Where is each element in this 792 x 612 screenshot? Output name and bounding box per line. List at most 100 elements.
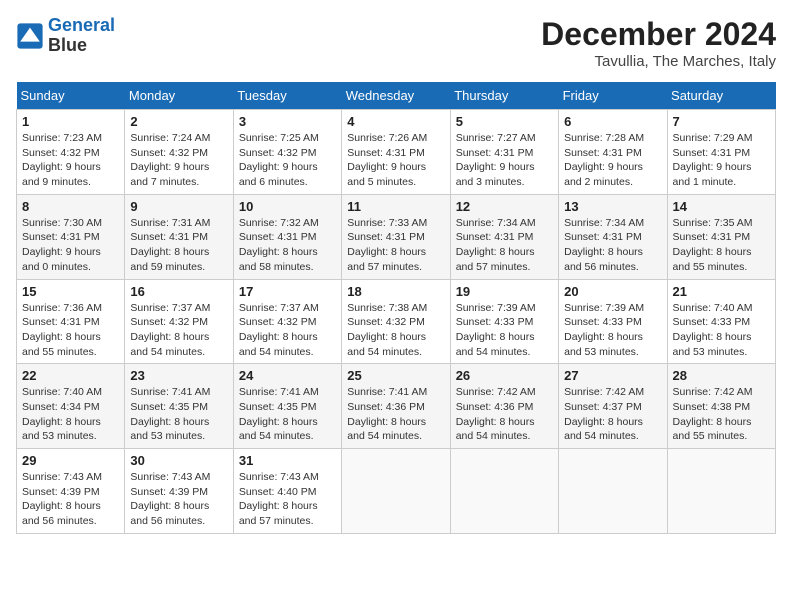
day-info: Sunrise: 7:41 AM Sunset: 4:35 PM Dayligh… [239, 385, 336, 444]
calendar-cell: 29 Sunrise: 7:43 AM Sunset: 4:39 PM Dayli… [17, 449, 125, 534]
day-number: 9 [130, 199, 227, 214]
calendar-cell: 25 Sunrise: 7:41 AM Sunset: 4:36 PM Dayli… [342, 364, 450, 449]
day-info: Sunrise: 7:27 AM Sunset: 4:31 PM Dayligh… [456, 131, 553, 190]
day-number: 2 [130, 114, 227, 129]
day-number: 7 [673, 114, 770, 129]
day-info: Sunrise: 7:39 AM Sunset: 4:33 PM Dayligh… [456, 301, 553, 360]
day-number: 1 [22, 114, 119, 129]
day-number: 27 [564, 368, 661, 383]
day-number: 14 [673, 199, 770, 214]
day-info: Sunrise: 7:43 AM Sunset: 4:39 PM Dayligh… [22, 470, 119, 529]
calendar-cell: 28 Sunrise: 7:42 AM Sunset: 4:38 PM Dayli… [667, 364, 775, 449]
day-number: 23 [130, 368, 227, 383]
calendar-cell: 3Sunrise: 7:25 AM Sunset: 4:32 PM Daylig… [233, 110, 341, 195]
calendar-cell: 22 Sunrise: 7:40 AM Sunset: 4:34 PM Dayli… [17, 364, 125, 449]
weekday-header-monday: Monday [125, 82, 233, 110]
day-info: Sunrise: 7:29 AM Sunset: 4:31 PM Dayligh… [673, 131, 770, 190]
day-number: 28 [673, 368, 770, 383]
day-info: Sunrise: 7:34 AM Sunset: 4:31 PM Dayligh… [564, 216, 661, 275]
calendar-week-row: 1 Sunrise: 7:23 AM Sunset: 4:32 PM Daylig… [17, 110, 776, 195]
day-number: 3 [239, 114, 336, 129]
calendar-cell [559, 449, 667, 534]
calendar-cell: 13 Sunrise: 7:34 AM Sunset: 4:31 PM Dayli… [559, 194, 667, 279]
day-info: Sunrise: 7:39 AM Sunset: 4:33 PM Dayligh… [564, 301, 661, 360]
logo-line2: Blue [48, 36, 115, 56]
calendar-week-row: 22 Sunrise: 7:40 AM Sunset: 4:34 PM Dayli… [17, 364, 776, 449]
day-info: Sunrise: 7:33 AM Sunset: 4:31 PM Dayligh… [347, 216, 444, 275]
day-number: 13 [564, 199, 661, 214]
calendar-cell: 9 Sunrise: 7:31 AM Sunset: 4:31 PM Daylig… [125, 194, 233, 279]
calendar-week-row: 8Sunrise: 7:30 AM Sunset: 4:31 PM Daylig… [17, 194, 776, 279]
day-number: 4 [347, 114, 444, 129]
calendar-cell: 1 Sunrise: 7:23 AM Sunset: 4:32 PM Daylig… [17, 110, 125, 195]
day-info: Sunrise: 7:28 AM Sunset: 4:31 PM Dayligh… [564, 131, 661, 190]
day-number: 10 [239, 199, 336, 214]
calendar-cell: 12 Sunrise: 7:34 AM Sunset: 4:31 PM Dayli… [450, 194, 558, 279]
day-info: Sunrise: 7:43 AM Sunset: 4:40 PM Dayligh… [239, 470, 336, 529]
day-number: 15 [22, 284, 119, 299]
day-info: Sunrise: 7:42 AM Sunset: 4:36 PM Dayligh… [456, 385, 553, 444]
calendar-cell: 26 Sunrise: 7:42 AM Sunset: 4:36 PM Dayli… [450, 364, 558, 449]
day-number: 22 [22, 368, 119, 383]
day-info: Sunrise: 7:43 AM Sunset: 4:39 PM Dayligh… [130, 470, 227, 529]
day-number: 29 [22, 453, 119, 468]
weekday-header-sunday: Sunday [17, 82, 125, 110]
day-number: 19 [456, 284, 553, 299]
calendar-cell: 15 Sunrise: 7:36 AM Sunset: 4:31 PM Dayli… [17, 279, 125, 364]
day-number: 6 [564, 114, 661, 129]
calendar-cell: 23 Sunrise: 7:41 AM Sunset: 4:35 PM Dayli… [125, 364, 233, 449]
day-number: 24 [239, 368, 336, 383]
calendar-cell: 7 Sunrise: 7:29 AM Sunset: 4:31 PM Daylig… [667, 110, 775, 195]
day-info: Sunrise: 7:40 AM Sunset: 4:33 PM Dayligh… [673, 301, 770, 360]
calendar-week-row: 29 Sunrise: 7:43 AM Sunset: 4:39 PM Dayli… [17, 449, 776, 534]
day-info: Sunrise: 7:37 AM Sunset: 4:32 PM Dayligh… [239, 301, 336, 360]
weekday-header-friday: Friday [559, 82, 667, 110]
day-info: Sunrise: 7:38 AM Sunset: 4:32 PM Dayligh… [347, 301, 444, 360]
calendar-cell [667, 449, 775, 534]
day-number: 26 [456, 368, 553, 383]
calendar-cell: 16Sunrise: 7:37 AM Sunset: 4:32 PM Dayli… [125, 279, 233, 364]
day-number: 21 [673, 284, 770, 299]
month-title: December 2024 [541, 16, 776, 53]
day-info: Sunrise: 7:32 AM Sunset: 4:31 PM Dayligh… [239, 216, 336, 275]
day-number: 20 [564, 284, 661, 299]
calendar-cell: 4 Sunrise: 7:26 AM Sunset: 4:31 PM Daylig… [342, 110, 450, 195]
location: Tavullia, The Marches, Italy [541, 53, 776, 70]
day-info: Sunrise: 7:23 AM Sunset: 4:32 PM Dayligh… [22, 131, 119, 190]
day-number: 25 [347, 368, 444, 383]
weekday-header-row: SundayMondayTuesdayWednesdayThursdayFrid… [17, 82, 776, 110]
weekday-header-thursday: Thursday [450, 82, 558, 110]
logo: General Blue [16, 16, 115, 56]
calendar-cell: 10 Sunrise: 7:32 AM Sunset: 4:31 PM Dayli… [233, 194, 341, 279]
day-info: Sunrise: 7:42 AM Sunset: 4:38 PM Dayligh… [673, 385, 770, 444]
calendar-cell [342, 449, 450, 534]
calendar-cell: 21 Sunrise: 7:40 AM Sunset: 4:33 PM Dayli… [667, 279, 775, 364]
day-info: Sunrise: 7:26 AM Sunset: 4:31 PM Dayligh… [347, 131, 444, 190]
day-number: 17 [239, 284, 336, 299]
day-number: 12 [456, 199, 553, 214]
day-number: 11 [347, 199, 444, 214]
day-info: Sunrise: 7:36 AM Sunset: 4:31 PM Dayligh… [22, 301, 119, 360]
logo-text: General Blue [48, 16, 115, 56]
weekday-header-saturday: Saturday [667, 82, 775, 110]
logo-line1: General [48, 15, 115, 35]
day-number: 31 [239, 453, 336, 468]
calendar-cell: 18Sunrise: 7:38 AM Sunset: 4:32 PM Dayli… [342, 279, 450, 364]
day-info: Sunrise: 7:34 AM Sunset: 4:31 PM Dayligh… [456, 216, 553, 275]
day-info: Sunrise: 7:40 AM Sunset: 4:34 PM Dayligh… [22, 385, 119, 444]
calendar-cell: 24 Sunrise: 7:41 AM Sunset: 4:35 PM Dayli… [233, 364, 341, 449]
calendar-cell: 2 Sunrise: 7:24 AM Sunset: 4:32 PM Daylig… [125, 110, 233, 195]
page-header: General Blue December 2024 Tavullia, The… [16, 16, 776, 70]
day-info: Sunrise: 7:41 AM Sunset: 4:36 PM Dayligh… [347, 385, 444, 444]
day-info: Sunrise: 7:24 AM Sunset: 4:32 PM Dayligh… [130, 131, 227, 190]
calendar-cell [450, 449, 558, 534]
weekday-header-wednesday: Wednesday [342, 82, 450, 110]
day-info: Sunrise: 7:31 AM Sunset: 4:31 PM Dayligh… [130, 216, 227, 275]
calendar-cell: 11 Sunrise: 7:33 AM Sunset: 4:31 PM Dayli… [342, 194, 450, 279]
calendar-cell: 20 Sunrise: 7:39 AM Sunset: 4:33 PM Dayli… [559, 279, 667, 364]
calendar-cell: 5 Sunrise: 7:27 AM Sunset: 4:31 PM Daylig… [450, 110, 558, 195]
calendar-cell: 30Sunrise: 7:43 AM Sunset: 4:39 PM Dayli… [125, 449, 233, 534]
day-info: Sunrise: 7:41 AM Sunset: 4:35 PM Dayligh… [130, 385, 227, 444]
day-number: 5 [456, 114, 553, 129]
day-info: Sunrise: 7:35 AM Sunset: 4:31 PM Dayligh… [673, 216, 770, 275]
